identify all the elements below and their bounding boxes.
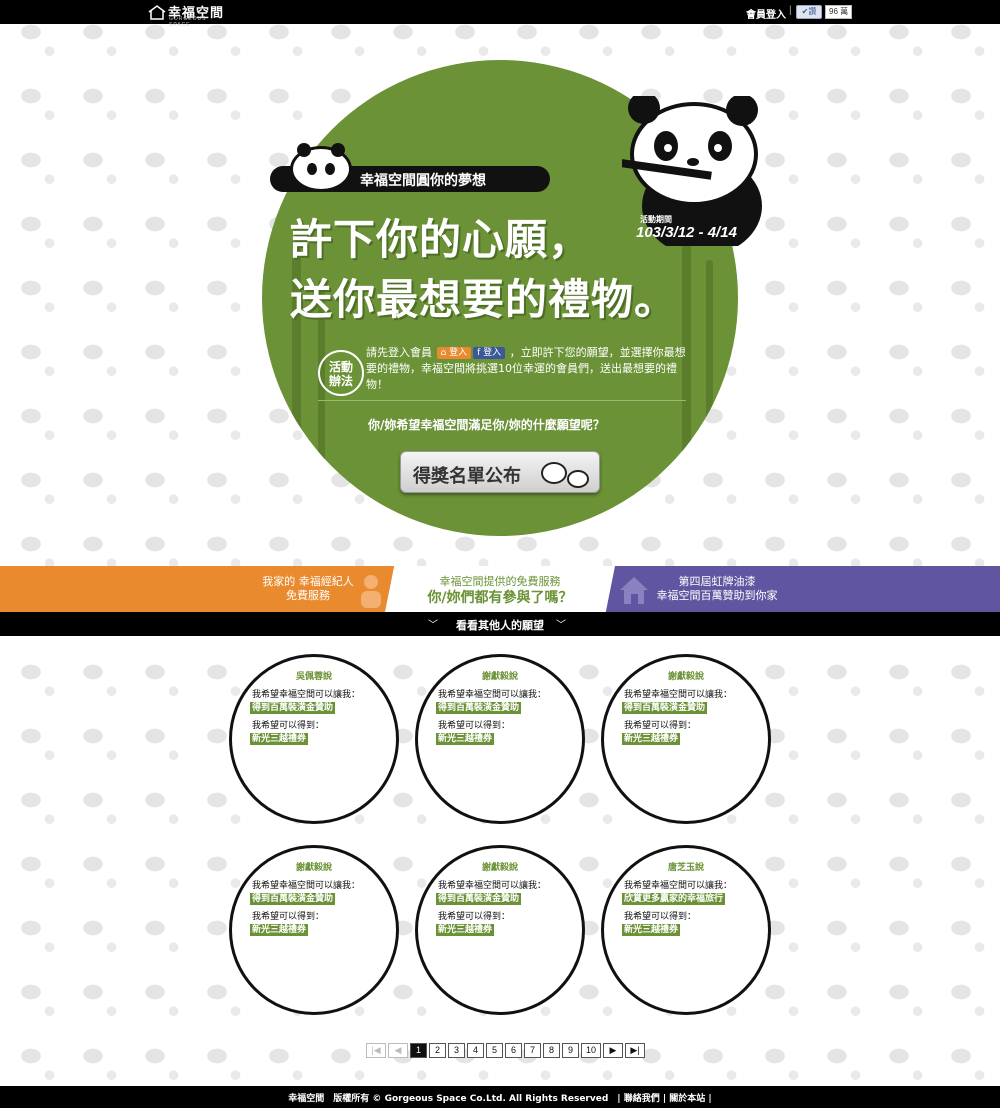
footer: 幸福空間 版權所有 © Gorgeous Space Co.Ltd. All R… (0, 1086, 1000, 1108)
home-login-button[interactable]: ⌂ 登入 (436, 347, 472, 359)
wish-gift: 新光三越禮券 (622, 924, 681, 936)
page-button[interactable]: 9 (562, 1043, 579, 1058)
panda-icon (541, 462, 567, 484)
facebook-icon: f (477, 348, 481, 358)
member-login-link[interactable]: 會員登入 (746, 6, 786, 21)
winners-button-label: 得獎名單公布 (413, 466, 521, 487)
wish-get-label: 我希望可以得到： (252, 721, 325, 731)
wish-want-label: 我希望幸福空間可以讓我： (438, 690, 547, 700)
wish-text: 得到百萬裝潢金贊助 (436, 893, 522, 905)
wish-gift: 新光三越禮券 (436, 924, 495, 936)
wish-text: 得到百萬裝潢金贊助 (250, 702, 336, 714)
chevron-down-icon: ﹀ (556, 620, 566, 631)
prev-page-button[interactable]: ◀ (388, 1043, 408, 1058)
facebook-login-button[interactable]: f 登入 (473, 347, 506, 359)
bamboo-stalk (706, 260, 713, 520)
hero-title-line1: 許下你的心願， (290, 215, 592, 264)
wish-card[interactable]: 謝獻毅說 我希望幸福空間可以讓我： 得到百萬裝潢金贊助 我希望可以得到： 新光三… (415, 654, 585, 824)
hero-title-line2: 送你最想要的禮物。 (290, 275, 678, 324)
wish-want-label: 我希望幸福空間可以讓我： (438, 881, 547, 891)
promo-banner: 我家的 幸福經紀人 免費服務 幸福空間提供的免費服務 你/妳們都有參與了嗎？ 第… (0, 566, 1000, 612)
page-button[interactable]: 1 (410, 1043, 427, 1058)
house-logo-icon (148, 5, 166, 20)
method-description: 請先登入會員 ⌂ 登入 f 登入 ，立即許下您的願望，並選擇你最想要的禮物，幸福空… (366, 345, 696, 393)
method-text-before: 請先登入會員 (366, 346, 432, 359)
person-icon (361, 575, 381, 608)
home-login-label: 登入 (449, 348, 468, 358)
wish-get-label: 我希望可以得到： (438, 721, 511, 731)
facebook-like-button[interactable]: ✔讚 (796, 5, 822, 19)
see-others-bar[interactable]: ﹀ 看看其他人的願望 ﹀ (0, 612, 1000, 636)
wisher-name: 謝獻毅說 (481, 863, 518, 873)
hero-divider (318, 400, 686, 401)
logo-subtitle: GORGEOUS SPACE (169, 16, 207, 28)
wish-card[interactable]: 吳佩蓉說 我希望幸福空間可以讓我： 得到百萬裝潢金贊助 我希望可以得到： 新光三… (229, 654, 399, 824)
footer-text: 幸福空間 版權所有 © Gorgeous Space Co.Ltd. All R… (288, 1094, 712, 1104)
page-button[interactable]: 3 (448, 1043, 465, 1058)
banner-right-line1: 第四屆虹牌油漆 (678, 575, 756, 588)
pagination: |◀ ◀ 1 2 3 4 5 6 7 8 9 10 ▶ ▶| (366, 1043, 645, 1059)
method-badge-line1: 活動 (328, 360, 353, 374)
see-others-label: 看看其他人的願望 (456, 619, 544, 632)
wish-want-label: 我希望幸福空間可以讓我： (252, 690, 361, 700)
wish-want-label: 我希望幸福空間可以讓我： (252, 881, 361, 891)
method-badge-line2: 辦法 (328, 374, 353, 388)
wisher-name: 謝獻毅說 (481, 672, 518, 682)
wish-get-label: 我希望可以得到： (252, 912, 325, 922)
facebook-login-label: 登入 (483, 348, 502, 358)
hero-question: 你/妳希望幸福空間滿足你/妳的什麼願望呢？ (368, 418, 605, 432)
wish-gift: 新光三越禮券 (436, 733, 495, 745)
page-button[interactable]: 6 (505, 1043, 522, 1058)
page-button[interactable]: 10 (581, 1043, 601, 1058)
wish-text: 得到百萬裝潢金贊助 (622, 702, 708, 714)
wish-card[interactable]: 謝獻毅說 我希望幸福空間可以讓我： 得到百萬裝潢金贊助 我希望可以得到： 新光三… (415, 845, 585, 1015)
wish-gift: 新光三越禮券 (622, 733, 681, 745)
wisher-name: 謝獻毅說 (295, 863, 332, 873)
banner-left-text[interactable]: 我家的 幸福經紀人 免費服務 (248, 575, 368, 603)
wish-want-label: 我希望幸福空間可以讓我： (624, 690, 733, 700)
page-button[interactable]: 7 (524, 1043, 541, 1058)
wish-get-label: 我希望可以得到： (624, 912, 697, 922)
mini-panda-icon (290, 143, 352, 192)
hero-tagline: 幸福空間圓你的夢想 (360, 173, 486, 189)
page-button[interactable]: 2 (429, 1043, 446, 1058)
first-page-button[interactable]: |◀ (366, 1043, 386, 1058)
page-button[interactable]: 4 (467, 1043, 484, 1058)
like-count: 96 萬 (825, 5, 853, 19)
wish-text: 得到百萬裝潢金贊助 (436, 702, 522, 714)
wish-card[interactable]: 唐芝玉說 我希望幸福空間可以讓我： 欣賞更多贏家的幸福旅行 我希望可以得到： 新… (601, 845, 771, 1015)
wish-gift: 新光三越禮券 (250, 924, 309, 936)
page-button[interactable]: 5 (486, 1043, 503, 1058)
page-button[interactable]: 8 (543, 1043, 560, 1058)
wish-card[interactable]: 謝獻毅說 我希望幸福空間可以讓我： 得到百萬裝潢金贊助 我希望可以得到： 新光三… (229, 845, 399, 1015)
winners-announcement-button[interactable]: 得獎名單公布 (400, 451, 600, 493)
banner-left-line1: 我家的 幸福經紀人 (262, 575, 354, 588)
like-label: 讚 (808, 7, 817, 16)
method-badge: 活動 辦法 (318, 350, 364, 396)
banner-right-line2: 幸福空間百萬贊助到你家 (656, 589, 778, 602)
house-icon (620, 577, 648, 604)
panda-icon (567, 470, 589, 488)
wisher-name: 謝獻毅說 (667, 672, 704, 682)
wisher-name: 唐芝玉說 (667, 863, 704, 873)
wisher-name: 吳佩蓉說 (295, 672, 332, 682)
wish-get-label: 我希望可以得到： (624, 721, 697, 731)
banner-right-text[interactable]: 第四屆虹牌油漆 幸福空間百萬贊助到你家 (652, 575, 782, 603)
separator: | (789, 5, 792, 16)
last-page-button[interactable]: ▶| (625, 1043, 645, 1058)
banner-center-line2: 你/妳們都有參與了嗎？ (427, 590, 573, 606)
wish-card[interactable]: 謝獻毅說 我希望幸福空間可以讓我： 得到百萬裝潢金贊助 我希望可以得到： 新光三… (601, 654, 771, 824)
period-value: 103/3/12 - 4/14 (636, 224, 737, 241)
wish-text: 欣賞更多贏家的幸福旅行 (622, 893, 726, 905)
top-bar: 幸福空間 GORGEOUS SPACE 會員登入 | ✔讚 96 萬 (0, 0, 1000, 28)
wish-want-label: 我希望幸福空間可以讓我： (624, 881, 733, 891)
wish-text: 得到百萬裝潢金贊助 (250, 893, 336, 905)
banner-left-line2: 免費服務 (286, 589, 330, 602)
wish-get-label: 我希望可以得到： (438, 912, 511, 922)
wish-gift: 新光三越禮券 (250, 733, 309, 745)
site-logo[interactable]: 幸福空間 GORGEOUS SPACE (148, 2, 228, 28)
next-page-button[interactable]: ▶ (603, 1043, 623, 1058)
